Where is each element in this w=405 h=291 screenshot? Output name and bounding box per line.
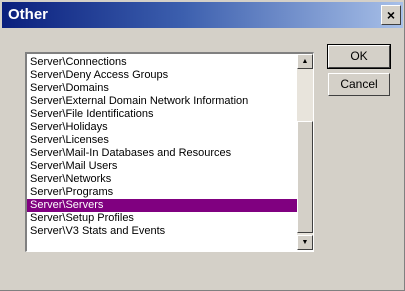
scroll-up-button[interactable]: ▲ [297,54,313,69]
list-item[interactable]: Server\Programs [27,186,297,199]
list-item[interactable]: Server\External Domain Network Informati… [27,95,297,108]
cancel-button[interactable]: Cancel [328,73,390,96]
list-item[interactable]: Server\Setup Profiles [27,212,297,225]
scroll-up-arrow-icon: ▲ [301,58,309,65]
list-item[interactable]: Server\Networks [27,173,297,186]
list-item[interactable]: Server\File Identifications [27,108,297,121]
title-bar: Other × [2,2,403,28]
list-item[interactable]: Server\Mail Users [27,160,297,173]
scroll-down-button[interactable]: ▼ [297,235,313,250]
close-button[interactable]: × [381,5,401,25]
vertical-scrollbar[interactable]: ▲ ▼ [297,54,313,250]
close-icon: × [386,7,396,23]
list-item[interactable]: Server\Deny Access Groups [27,69,297,82]
list-item[interactable]: Server\Holidays [27,121,297,134]
list-item[interactable]: Server\Servers [27,199,297,212]
list-item[interactable]: Server\Mail-In Databases and Resources [27,147,297,160]
list-item[interactable]: Server\V3 Stats and Events [27,225,297,238]
view-listbox[interactable]: Server\Connections Server\Deny Access Gr… [25,52,314,252]
dialog-title: Other [8,6,49,23]
ok-button[interactable]: OK [327,44,391,69]
scroll-down-arrow-icon: ▼ [301,239,309,246]
list-items: Server\Connections Server\Deny Access Gr… [27,56,297,238]
list-item[interactable]: Server\Connections [27,56,297,69]
list-item[interactable]: Server\Licenses [27,134,297,147]
other-dialog: Other × Server\Connections Server\Deny A… [0,0,405,291]
scrollbar-thumb[interactable] [297,121,313,233]
list-item[interactable]: Server\Domains [27,82,297,95]
